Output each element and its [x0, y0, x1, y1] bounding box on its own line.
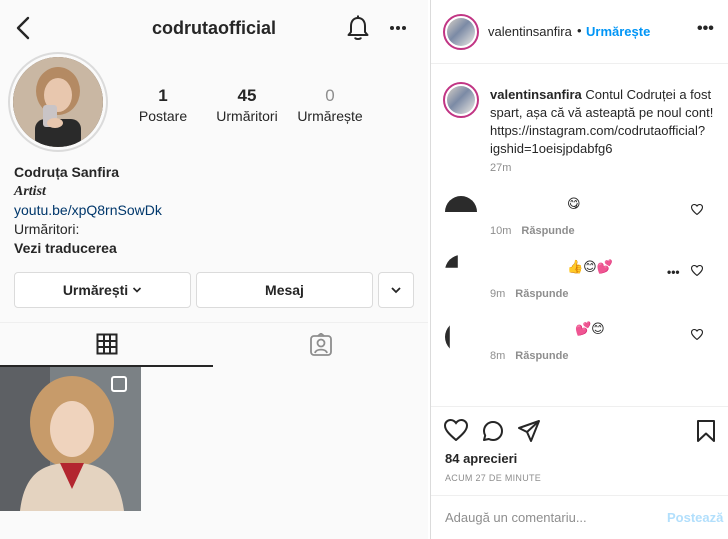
followers-count-value: 45: [237, 86, 257, 105]
comment-button[interactable]: [481, 419, 505, 443]
follow-button[interactable]: Urmărește: [586, 24, 650, 39]
post-author-avatar-image: [447, 18, 475, 46]
caption-author-avatar-image: [447, 86, 475, 114]
caption-timestamp: 27m: [490, 162, 512, 174]
comment-item: 💕😊 8m Răspunde: [431, 321, 728, 369]
comment-meta: 8m Răspunde: [490, 350, 568, 362]
following-button-label: Urmărești: [62, 282, 129, 298]
bookmark-icon: [697, 420, 715, 442]
post-actions: 84 aprecieri ACUM 27 DE MINUTE Postează: [431, 406, 728, 539]
notifications-button[interactable]: [344, 14, 372, 42]
post-timestamp: ACUM 27 DE MINUTE: [445, 473, 542, 483]
following-count-value: 0: [325, 86, 335, 105]
comment-text: 👍😊💕: [567, 259, 613, 274]
following-count[interactable]: 0 Urmărește: [292, 86, 368, 124]
reply-button[interactable]: Răspunde: [521, 225, 574, 237]
followers-count[interactable]: 45 Urmăritori: [210, 86, 284, 124]
followers-count-label: Urmăritori: [216, 108, 278, 124]
tagged-user-icon: [309, 333, 332, 356]
suggested-dropdown-button[interactable]: [378, 272, 414, 308]
post-author-username[interactable]: valentinsanfira: [488, 24, 572, 39]
paper-plane-icon: [518, 420, 540, 442]
avatar-portrait: [13, 57, 103, 147]
post-header: valentinsanfira • Urmărește •••: [431, 0, 728, 64]
post-thumbnail-image: [0, 367, 141, 511]
comment-meta: 9m Răspunde: [490, 288, 568, 300]
following-count-label: Urmărește: [297, 108, 363, 124]
comment-text: 💕😊: [575, 321, 605, 336]
see-translation-link[interactable]: Vezi traducerea: [14, 239, 414, 258]
profile-topbar: codrutaofficial: [0, 0, 428, 56]
comment-like-button[interactable]: [690, 203, 704, 218]
posts-count-value: 1: [158, 86, 168, 105]
comment-meta: 10m Răspunde: [490, 225, 575, 237]
posts-count: 1 Postare: [134, 86, 192, 124]
profile-category: Artist: [14, 184, 46, 199]
comment-item: 😋 10m Răspunde: [431, 196, 728, 246]
bell-icon: [347, 15, 369, 40]
caption-username[interactable]: valentinsanfira: [490, 87, 582, 102]
comment-avatar[interactable]: [445, 196, 477, 212]
heart-icon: [443, 418, 469, 442]
comment-like-button[interactable]: [690, 264, 704, 279]
add-comment-bar: Postează: [431, 495, 728, 539]
post-panel: valentinsanfira • Urmărește ••• valentin…: [431, 0, 728, 539]
reply-button[interactable]: Răspunde: [515, 350, 568, 362]
profile-tabs: [0, 322, 428, 367]
following-button[interactable]: Urmărești: [14, 272, 191, 308]
comment-time: 9m: [490, 288, 506, 300]
comment-bubble-icon: [483, 421, 503, 441]
message-button[interactable]: Mesaj: [196, 272, 373, 308]
comment-like-button[interactable]: [690, 328, 704, 343]
header-separator: •: [577, 23, 582, 38]
comment-options-button[interactable]: •••: [667, 265, 680, 279]
heart-icon: [690, 203, 704, 216]
profile-full-name: Codruța Sanfira: [14, 164, 120, 180]
chevron-down-icon: [133, 287, 142, 293]
tab-posts-grid[interactable]: [0, 323, 213, 367]
more-horizontal-icon: [390, 26, 406, 30]
grid-icon: [96, 333, 117, 355]
post-thumbnail[interactable]: [0, 367, 141, 511]
post-author-avatar[interactable]: [443, 14, 479, 50]
profile-panel: codrutaofficial 1 Postare 45 Urmăritori …: [0, 0, 428, 539]
comment-avatar[interactable]: [445, 255, 458, 268]
caption-author-avatar[interactable]: [443, 82, 479, 118]
comment-avatar[interactable]: [445, 321, 450, 353]
comment-time: 10m: [490, 225, 512, 237]
comment-item: 👍😊💕 ••• 9m Răspunde: [431, 255, 728, 309]
avatar-image: [13, 57, 103, 147]
comment-input[interactable]: [445, 510, 645, 525]
like-button[interactable]: [443, 418, 469, 443]
heart-icon: [690, 328, 704, 341]
posts-count-label: Postare: [138, 108, 188, 124]
share-button[interactable]: [517, 419, 541, 443]
profile-bio: Codruța Sanfira Artist youtu.be/xpQ8rnSo…: [14, 163, 414, 258]
chevron-down-icon: [391, 287, 401, 294]
profile-more-button[interactable]: [384, 14, 412, 42]
post-caption: valentinsanfira Contul Codruței a fost s…: [490, 86, 722, 158]
profile-avatar[interactable]: [8, 52, 108, 152]
heart-icon: [690, 264, 704, 277]
save-button[interactable]: [696, 419, 720, 443]
reply-button[interactable]: Răspunde: [515, 288, 568, 300]
message-button-label: Mesaj: [265, 282, 304, 298]
post-more-button[interactable]: •••: [697, 20, 714, 38]
comment-text: 😋: [567, 196, 581, 211]
bio-text: Urmăritori:: [14, 221, 80, 237]
likes-count[interactable]: 84 aprecieri: [445, 451, 517, 466]
profile-link[interactable]: youtu.be/xpQ8rnSowDk: [14, 201, 414, 220]
post-comment-button[interactable]: Postează: [667, 510, 723, 525]
tab-tagged[interactable]: [213, 323, 428, 367]
comment-time: 8m: [490, 350, 506, 362]
